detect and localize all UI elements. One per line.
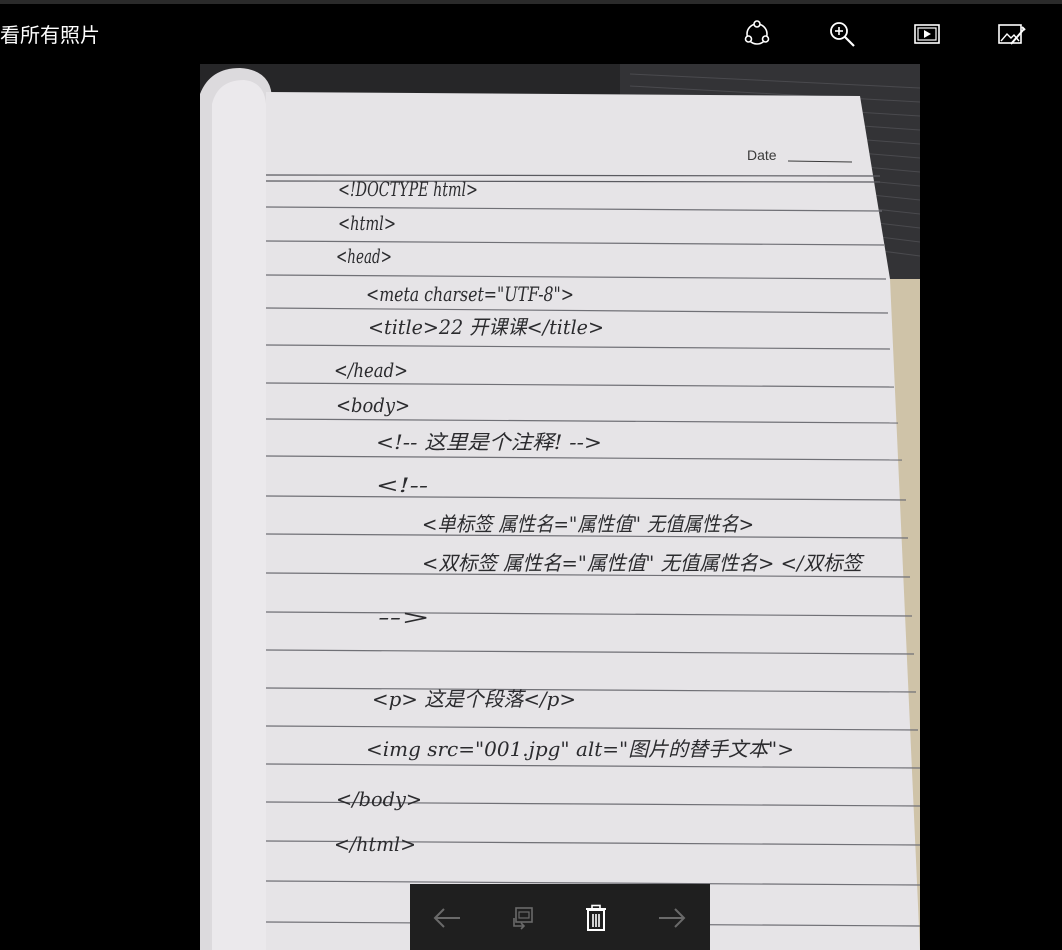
zoom-in-icon <box>830 22 855 47</box>
zoom-button[interactable] <box>826 18 858 50</box>
date-label: Date <box>747 147 777 163</box>
slideshow-icon <box>914 24 940 44</box>
photo[interactable]: Date <!DOCTYPE html> <html> <head> <meta… <box>200 64 920 950</box>
photo-controls-bar <box>410 884 710 950</box>
share-button[interactable] <box>741 18 773 50</box>
handwritten-line: --> <box>378 605 430 629</box>
notebook-photo: Date <!DOCTYPE html> <html> <head> <meta… <box>200 64 920 950</box>
handwritten-line: </head> <box>334 358 408 382</box>
handwritten-line: <img src="001.jpg" alt="图片的替手文本"> <box>366 737 794 761</box>
delete-button[interactable] <box>579 901 613 935</box>
handwritten-line: <title>22 开课课</title> <box>368 315 604 339</box>
trash-icon <box>586 904 606 931</box>
handwritten-line: <双标签 属性名="属性值" 无值属性名> </双标签 <box>422 551 865 575</box>
handwritten-line: </html> <box>334 832 416 856</box>
handwritten-line: <!DOCTYPE html> <box>338 177 478 201</box>
edit-image-icon <box>998 24 1026 45</box>
window-top-strip <box>0 0 1062 4</box>
edit-button[interactable] <box>996 18 1028 50</box>
handwritten-line: <!-- <box>376 473 428 497</box>
handwritten-line: <p> 这是个段落</p> <box>372 687 576 711</box>
handwritten-line: <meta charset="UTF-8"> <box>366 282 574 306</box>
back-to-all-photos-link[interactable]: 看所有照片 <box>0 20 100 50</box>
handwritten-line: </body> <box>336 787 422 811</box>
arrow-left-icon <box>433 908 460 928</box>
handwritten-line: <html> <box>338 211 396 235</box>
previous-button[interactable] <box>430 901 464 935</box>
handwritten-line: <body> <box>336 393 410 417</box>
rotate-button[interactable] <box>505 901 539 935</box>
next-button[interactable] <box>655 901 689 935</box>
handwritten-line: <!-- 这里是个注释! --> <box>376 430 602 454</box>
handwritten-line: <head> <box>336 244 392 268</box>
arrow-right-icon <box>659 908 686 928</box>
rotate-icon <box>513 907 533 930</box>
handwritten-line: <单标签 属性名="属性值" 无值属性名> <box>422 512 754 536</box>
slideshow-button[interactable] <box>911 18 943 50</box>
photo-viewer: 看所有照片 Date <!DOCTYPE html> <html> <head>… <box>0 0 1062 950</box>
share-icon <box>744 20 770 45</box>
